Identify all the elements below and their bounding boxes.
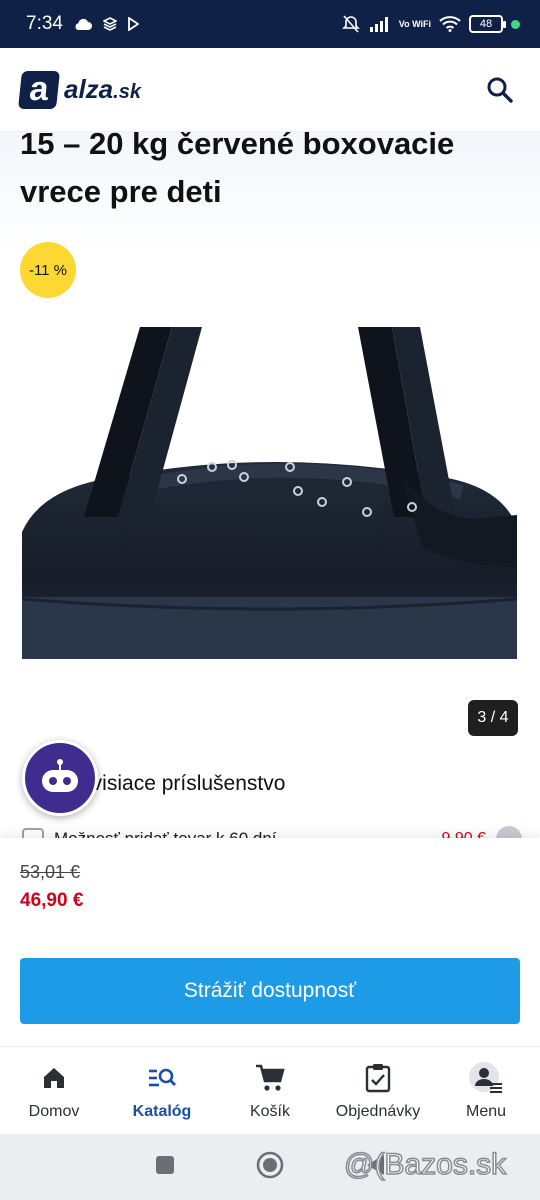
product-title: 15 – 20 kg červené boxovacie vrece pre d… [20,132,455,209]
logo-name: alza [64,74,114,104]
product-image[interactable] [22,327,517,659]
wifi-icon [439,16,461,32]
app-header: a alza.sk [0,48,540,132]
catalog-search-icon [147,1061,177,1095]
robot-icon [42,759,78,792]
home-circle-icon[interactable] [256,1151,284,1184]
nav-orders[interactable]: Objednávky [324,1047,432,1134]
nav-cart[interactable]: Košík [216,1047,324,1134]
status-time: 7:34 [26,13,63,34]
nav-menu-label: Menu [465,1102,507,1120]
clipboard-check-icon [365,1061,391,1095]
accessories-title: Súvisiace príslušenstvo [66,772,286,795]
watch-availability-button[interactable]: Strážiť dostupnosť [20,958,520,1024]
accessory-price: 9,90 € [442,830,486,838]
alza-logo[interactable]: a alza.sk [18,70,141,109]
battery-icon: 48 [469,15,506,33]
nav-orders-label: Objednávky [335,1102,421,1120]
recents-icon[interactable] [154,1154,176,1181]
logo-mark: a [18,70,60,109]
mute-icon [341,14,361,34]
nav-catalog-label: Katalóg [132,1102,192,1120]
signal-icon [369,16,391,32]
privacy-dot [511,19,520,29]
product-detail[interactable]: 15 – 20 kg červené boxovacie vrece pre d… [0,132,540,838]
accessory-label: Možnosť pridať tovar k 60 dní [54,829,277,838]
nav-menu[interactable]: Menu [432,1047,540,1134]
search-icon [487,77,513,103]
layers-icon [102,17,117,31]
image-counter: 3 / 4 [468,700,518,736]
assistant-bot-button[interactable] [22,740,98,816]
logo-text: alza.sk [64,74,141,105]
accessory-add-button[interactable] [496,826,522,838]
home-icon [41,1061,67,1095]
cloud-icon [73,17,93,31]
watermark: @(Bazos.sk [343,1147,507,1182]
bottom-navigation: Domov Katalóg Košík Objednávky Menu [0,1046,540,1134]
nav-catalog[interactable]: Katalóg [108,1047,216,1134]
old-price: 53,01 € [20,862,81,882]
nav-cart-label: Košík [249,1102,290,1120]
account-menu-icon [468,1061,504,1095]
price-panel: 53,01 € 46,90 € Strážiť dostupnosť [0,838,540,1046]
discount-badge: -11 % [20,242,76,298]
accessory-checkbox[interactable] [22,828,44,838]
nav-home[interactable]: Domov [0,1047,108,1134]
vowifi-label: Vo WiFi [398,18,431,29]
status-bar: 7:34 Vo WiFi 48 [0,0,540,48]
current-price: 46,90 € [20,890,84,911]
search-button[interactable] [480,70,520,110]
nav-home-label: Domov [28,1102,80,1120]
cart-icon [255,1061,285,1095]
accessory-item[interactable]: Možnosť pridať tovar k 60 dní 9,90 € [22,826,522,838]
play-icon [127,17,139,31]
logo-tld: .sk [113,81,141,103]
